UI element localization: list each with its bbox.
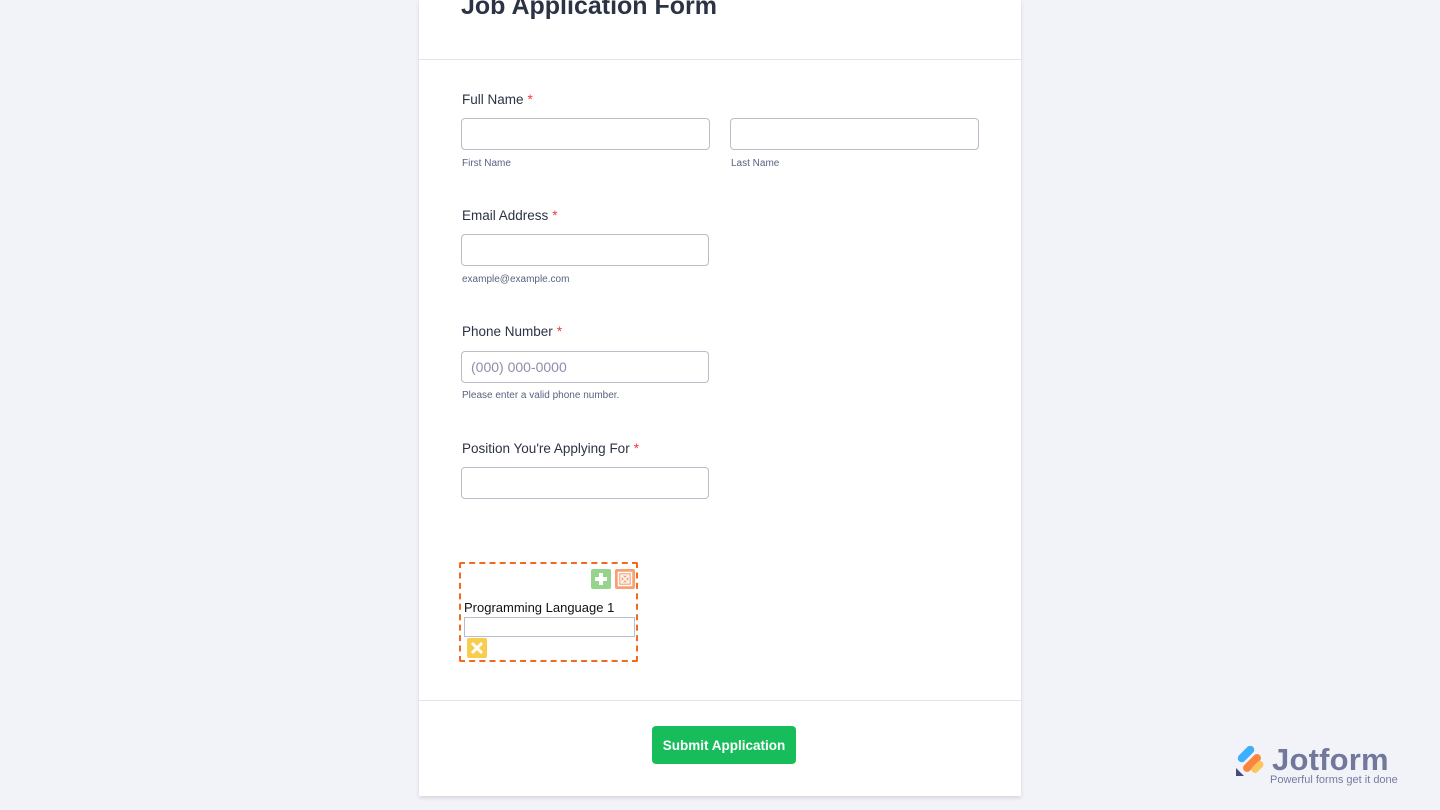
jotform-branding[interactable]: Jotform Powerful forms get it done xyxy=(1234,742,1409,790)
required-asterisk: * xyxy=(552,208,558,223)
x-icon[interactable] xyxy=(467,638,487,658)
form-title: Job Application Form xyxy=(461,0,718,20)
last-name-input[interactable] xyxy=(730,118,979,150)
required-asterisk: * xyxy=(556,324,563,339)
position-label-text: Position You're Applying For xyxy=(462,441,630,456)
jotform-name: Jotform xyxy=(1272,742,1389,777)
programming-language-label: Programming Language 1 xyxy=(464,600,615,615)
required-asterisk: * xyxy=(633,441,639,456)
first-name-sublabel: First Name xyxy=(462,158,511,169)
first-name-input[interactable] xyxy=(461,118,710,150)
jotform-tagline: Powerful forms get it done xyxy=(1270,774,1398,786)
programming-language-widget: Programming Language 1 xyxy=(459,562,638,662)
delete-row-icon[interactable] xyxy=(615,569,635,589)
full-name-label-text: Full Name xyxy=(462,92,524,107)
programming-language-input[interactable] xyxy=(464,617,635,637)
email-input[interactable] xyxy=(461,234,709,266)
plus-icon[interactable] xyxy=(591,569,611,589)
last-name-sublabel: Last Name xyxy=(731,158,780,169)
email-label: Email Address * xyxy=(462,208,558,223)
position-label: Position You're Applying For * xyxy=(462,441,639,456)
full-name-label: Full Name * xyxy=(462,92,533,107)
submit-application-button[interactable]: Submit Application xyxy=(652,726,796,764)
phone-input[interactable] xyxy=(461,351,709,383)
form-header: Job Application Form xyxy=(419,0,1021,60)
email-label-text: Email Address xyxy=(462,208,549,223)
position-input[interactable] xyxy=(461,467,709,499)
email-sublabel: example@example.com xyxy=(462,274,570,285)
form-card: Job Application Form Full Name * First Na… xyxy=(419,0,1021,796)
phone-label: Phone Number * xyxy=(462,324,562,339)
phone-label-text: Phone Number xyxy=(462,324,553,339)
form-footer: Submit Application xyxy=(419,700,1021,796)
jotform-logo-icon xyxy=(1236,746,1264,776)
required-asterisk: * xyxy=(527,92,533,107)
phone-sublabel: Please enter a valid phone number. xyxy=(462,390,620,401)
